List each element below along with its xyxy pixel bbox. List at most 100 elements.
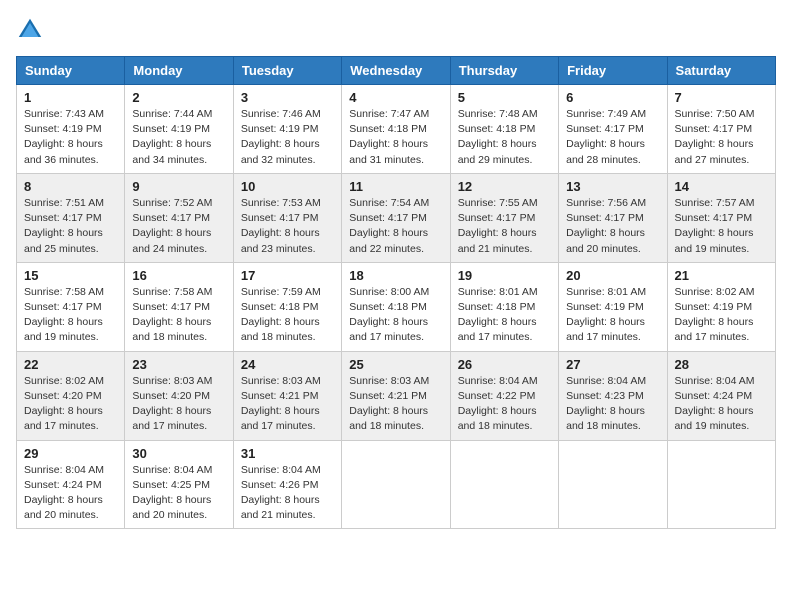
- cell-info: Sunrise: 7:53 AM Sunset: 4:17 PM Dayligh…: [241, 196, 334, 257]
- day-number: 13: [566, 179, 659, 194]
- cell-info: Sunrise: 7:55 AM Sunset: 4:17 PM Dayligh…: [458, 196, 551, 257]
- day-number: 20: [566, 268, 659, 283]
- cell-info: Sunrise: 7:44 AM Sunset: 4:19 PM Dayligh…: [132, 107, 225, 168]
- day-number: 4: [349, 90, 442, 105]
- day-number: 26: [458, 357, 551, 372]
- cell-info: Sunrise: 7:58 AM Sunset: 4:17 PM Dayligh…: [24, 285, 117, 346]
- calendar-cell: 16 Sunrise: 7:58 AM Sunset: 4:17 PM Dayl…: [125, 262, 233, 351]
- calendar-cell: 1 Sunrise: 7:43 AM Sunset: 4:19 PM Dayli…: [17, 85, 125, 174]
- cell-info: Sunrise: 7:48 AM Sunset: 4:18 PM Dayligh…: [458, 107, 551, 168]
- logo-icon: [16, 16, 44, 44]
- day-of-week-header: Wednesday: [342, 57, 450, 85]
- calendar-cell: 10 Sunrise: 7:53 AM Sunset: 4:17 PM Dayl…: [233, 173, 341, 262]
- cell-info: Sunrise: 7:47 AM Sunset: 4:18 PM Dayligh…: [349, 107, 442, 168]
- cell-info: Sunrise: 8:04 AM Sunset: 4:24 PM Dayligh…: [675, 374, 768, 435]
- cell-info: Sunrise: 8:03 AM Sunset: 4:21 PM Dayligh…: [349, 374, 442, 435]
- cell-info: Sunrise: 7:58 AM Sunset: 4:17 PM Dayligh…: [132, 285, 225, 346]
- cell-info: Sunrise: 8:00 AM Sunset: 4:18 PM Dayligh…: [349, 285, 442, 346]
- calendar-cell: 9 Sunrise: 7:52 AM Sunset: 4:17 PM Dayli…: [125, 173, 233, 262]
- cell-info: Sunrise: 8:04 AM Sunset: 4:25 PM Dayligh…: [132, 463, 225, 524]
- day-number: 7: [675, 90, 768, 105]
- day-of-week-header: Monday: [125, 57, 233, 85]
- day-number: 17: [241, 268, 334, 283]
- calendar-cell: [450, 440, 558, 529]
- calendar-cell: 24 Sunrise: 8:03 AM Sunset: 4:21 PM Dayl…: [233, 351, 341, 440]
- day-number: 21: [675, 268, 768, 283]
- day-number: 29: [24, 446, 117, 461]
- calendar-cell: 8 Sunrise: 7:51 AM Sunset: 4:17 PM Dayli…: [17, 173, 125, 262]
- day-number: 24: [241, 357, 334, 372]
- day-number: 11: [349, 179, 442, 194]
- day-number: 6: [566, 90, 659, 105]
- calendar-cell: 28 Sunrise: 8:04 AM Sunset: 4:24 PM Dayl…: [667, 351, 775, 440]
- calendar-cell: 5 Sunrise: 7:48 AM Sunset: 4:18 PM Dayli…: [450, 85, 558, 174]
- cell-info: Sunrise: 7:52 AM Sunset: 4:17 PM Dayligh…: [132, 196, 225, 257]
- cell-info: Sunrise: 8:01 AM Sunset: 4:19 PM Dayligh…: [566, 285, 659, 346]
- calendar-cell: [342, 440, 450, 529]
- cell-info: Sunrise: 7:43 AM Sunset: 4:19 PM Dayligh…: [24, 107, 117, 168]
- cell-info: Sunrise: 8:04 AM Sunset: 4:24 PM Dayligh…: [24, 463, 117, 524]
- cell-info: Sunrise: 7:54 AM Sunset: 4:17 PM Dayligh…: [349, 196, 442, 257]
- logo: [16, 16, 48, 44]
- calendar-cell: 15 Sunrise: 7:58 AM Sunset: 4:17 PM Dayl…: [17, 262, 125, 351]
- calendar-cell: 4 Sunrise: 7:47 AM Sunset: 4:18 PM Dayli…: [342, 85, 450, 174]
- cell-info: Sunrise: 7:50 AM Sunset: 4:17 PM Dayligh…: [675, 107, 768, 168]
- cell-info: Sunrise: 8:02 AM Sunset: 4:19 PM Dayligh…: [675, 285, 768, 346]
- calendar-cell: 25 Sunrise: 8:03 AM Sunset: 4:21 PM Dayl…: [342, 351, 450, 440]
- cell-info: Sunrise: 8:01 AM Sunset: 4:18 PM Dayligh…: [458, 285, 551, 346]
- cell-info: Sunrise: 7:49 AM Sunset: 4:17 PM Dayligh…: [566, 107, 659, 168]
- calendar-cell: 11 Sunrise: 7:54 AM Sunset: 4:17 PM Dayl…: [342, 173, 450, 262]
- day-number: 19: [458, 268, 551, 283]
- day-of-week-header: Tuesday: [233, 57, 341, 85]
- cell-info: Sunrise: 7:46 AM Sunset: 4:19 PM Dayligh…: [241, 107, 334, 168]
- cell-info: Sunrise: 7:56 AM Sunset: 4:17 PM Dayligh…: [566, 196, 659, 257]
- calendar-cell: 27 Sunrise: 8:04 AM Sunset: 4:23 PM Dayl…: [559, 351, 667, 440]
- day-number: 14: [675, 179, 768, 194]
- day-of-week-header: Thursday: [450, 57, 558, 85]
- day-number: 18: [349, 268, 442, 283]
- calendar-cell: 30 Sunrise: 8:04 AM Sunset: 4:25 PM Dayl…: [125, 440, 233, 529]
- day-number: 28: [675, 357, 768, 372]
- cell-info: Sunrise: 8:04 AM Sunset: 4:26 PM Dayligh…: [241, 463, 334, 524]
- calendar-cell: 18 Sunrise: 8:00 AM Sunset: 4:18 PM Dayl…: [342, 262, 450, 351]
- day-of-week-header: Saturday: [667, 57, 775, 85]
- day-number: 30: [132, 446, 225, 461]
- calendar-cell: 6 Sunrise: 7:49 AM Sunset: 4:17 PM Dayli…: [559, 85, 667, 174]
- cell-info: Sunrise: 8:03 AM Sunset: 4:20 PM Dayligh…: [132, 374, 225, 435]
- calendar-cell: 26 Sunrise: 8:04 AM Sunset: 4:22 PM Dayl…: [450, 351, 558, 440]
- calendar-cell: 7 Sunrise: 7:50 AM Sunset: 4:17 PM Dayli…: [667, 85, 775, 174]
- day-number: 15: [24, 268, 117, 283]
- calendar-cell: 21 Sunrise: 8:02 AM Sunset: 4:19 PM Dayl…: [667, 262, 775, 351]
- cell-info: Sunrise: 8:04 AM Sunset: 4:23 PM Dayligh…: [566, 374, 659, 435]
- day-number: 3: [241, 90, 334, 105]
- calendar-cell: 12 Sunrise: 7:55 AM Sunset: 4:17 PM Dayl…: [450, 173, 558, 262]
- cell-info: Sunrise: 7:57 AM Sunset: 4:17 PM Dayligh…: [675, 196, 768, 257]
- cell-info: Sunrise: 8:03 AM Sunset: 4:21 PM Dayligh…: [241, 374, 334, 435]
- day-number: 27: [566, 357, 659, 372]
- calendar-cell: 23 Sunrise: 8:03 AM Sunset: 4:20 PM Dayl…: [125, 351, 233, 440]
- day-number: 8: [24, 179, 117, 194]
- calendar-cell: 2 Sunrise: 7:44 AM Sunset: 4:19 PM Dayli…: [125, 85, 233, 174]
- day-number: 1: [24, 90, 117, 105]
- calendar-cell: 13 Sunrise: 7:56 AM Sunset: 4:17 PM Dayl…: [559, 173, 667, 262]
- day-number: 22: [24, 357, 117, 372]
- calendar-cell: [667, 440, 775, 529]
- day-number: 12: [458, 179, 551, 194]
- cell-info: Sunrise: 7:59 AM Sunset: 4:18 PM Dayligh…: [241, 285, 334, 346]
- calendar-cell: 20 Sunrise: 8:01 AM Sunset: 4:19 PM Dayl…: [559, 262, 667, 351]
- day-number: 10: [241, 179, 334, 194]
- day-number: 2: [132, 90, 225, 105]
- page-header: [16, 16, 776, 44]
- day-number: 31: [241, 446, 334, 461]
- day-number: 9: [132, 179, 225, 194]
- calendar-cell: 22 Sunrise: 8:02 AM Sunset: 4:20 PM Dayl…: [17, 351, 125, 440]
- calendar-cell: 19 Sunrise: 8:01 AM Sunset: 4:18 PM Dayl…: [450, 262, 558, 351]
- calendar-cell: [559, 440, 667, 529]
- calendar-cell: 17 Sunrise: 7:59 AM Sunset: 4:18 PM Dayl…: [233, 262, 341, 351]
- day-of-week-header: Sunday: [17, 57, 125, 85]
- calendar-cell: 3 Sunrise: 7:46 AM Sunset: 4:19 PM Dayli…: [233, 85, 341, 174]
- cell-info: Sunrise: 8:04 AM Sunset: 4:22 PM Dayligh…: [458, 374, 551, 435]
- calendar-cell: 31 Sunrise: 8:04 AM Sunset: 4:26 PM Dayl…: [233, 440, 341, 529]
- cell-info: Sunrise: 7:51 AM Sunset: 4:17 PM Dayligh…: [24, 196, 117, 257]
- calendar-cell: 14 Sunrise: 7:57 AM Sunset: 4:17 PM Dayl…: [667, 173, 775, 262]
